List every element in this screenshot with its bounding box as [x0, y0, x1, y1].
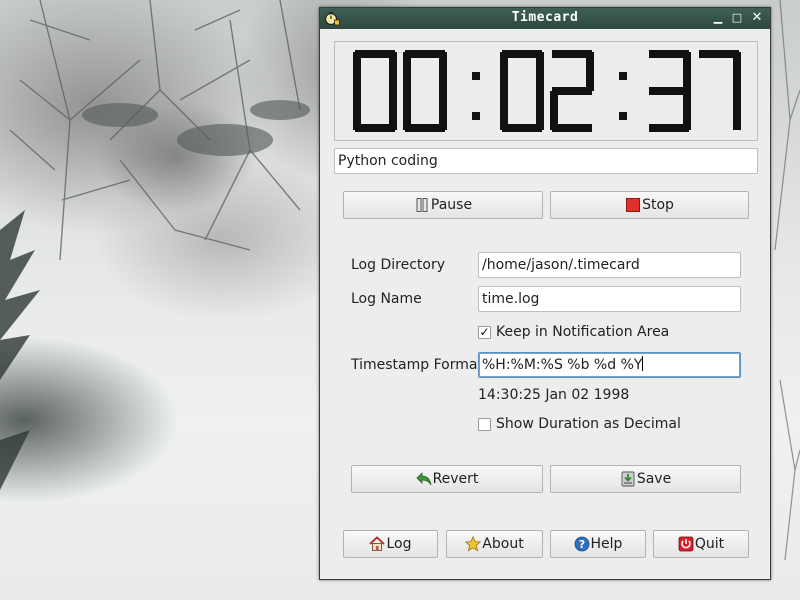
help-label: Help — [590, 536, 623, 552]
timestamp-format-label: Timestamp Format — [351, 357, 483, 373]
pause-button[interactable]: Pause — [343, 191, 543, 219]
help-button[interactable]: ? Help — [550, 530, 646, 558]
clock-segment — [389, 52, 397, 91]
clock-segment — [403, 91, 411, 130]
undo-arrow-icon — [415, 472, 431, 486]
window-title: Timecard — [511, 10, 579, 25]
revert-label: Revert — [432, 471, 479, 487]
help-question-icon: ? — [574, 536, 589, 552]
clock-colon — [619, 112, 627, 120]
show-duration-decimal-checkbox[interactable] — [478, 418, 491, 431]
clock-minutes-ones — [550, 50, 594, 132]
quit-button[interactable]: Quit — [653, 530, 749, 558]
task-description-input[interactable]: Python coding — [334, 148, 758, 174]
save-button[interactable]: Save — [550, 465, 741, 493]
clock-segment — [353, 91, 361, 130]
text-caret — [642, 356, 644, 371]
log-button[interactable]: Log — [343, 530, 438, 558]
clock-segment — [500, 91, 508, 130]
show-duration-decimal-label[interactable]: Show Duration as Decimal — [496, 416, 681, 432]
pause-icon — [416, 198, 428, 212]
maximize-icon[interactable]: □ — [730, 11, 744, 25]
elapsed-time-display — [334, 41, 758, 141]
pause-label: Pause — [430, 197, 473, 213]
close-icon[interactable]: ✕ — [750, 11, 764, 25]
clock-segment — [683, 52, 691, 91]
clock-colon — [472, 112, 480, 120]
clock-colon — [619, 72, 627, 80]
title-bar[interactable]: Timecard ▁ □ ✕ — [320, 8, 770, 29]
clock-digits — [353, 50, 741, 132]
clock-colon — [472, 72, 480, 80]
revert-button[interactable]: Revert — [351, 465, 543, 493]
clock-minutes-tens — [500, 50, 544, 132]
clock-segment — [586, 52, 594, 91]
log-name-input[interactable]: time.log — [478, 286, 741, 312]
save-label: Save — [636, 471, 672, 487]
clock-segment — [439, 52, 447, 91]
clock-segment — [500, 52, 508, 91]
clock-hours-ones — [403, 50, 447, 132]
quit-label: Quit — [694, 536, 725, 552]
timecard-window: Timecard ▁ □ ✕ Python coding Pause Stop … — [319, 7, 771, 580]
timestamp-format-value: %H:%M:%S %b %d %Y — [482, 357, 643, 373]
star-icon — [465, 536, 482, 552]
clock-segment — [649, 124, 689, 132]
log-directory-input[interactable]: /home/jason/.timecard — [478, 252, 741, 278]
clock-segment — [552, 124, 592, 132]
stop-icon — [626, 198, 641, 212]
clock-segment — [353, 52, 361, 91]
clock-segment — [403, 52, 411, 91]
clock-seconds-ones — [699, 50, 741, 130]
timestamp-preview: 14:30:25 Jan 02 1998 — [478, 387, 630, 403]
clock-seconds-tens — [649, 50, 691, 132]
stop-button[interactable]: Stop — [550, 191, 749, 219]
about-button[interactable]: About — [446, 530, 543, 558]
log-directory-label: Log Directory — [351, 257, 445, 273]
about-label: About — [482, 536, 524, 552]
save-drive-icon — [621, 471, 635, 487]
svg-text:?: ? — [578, 538, 584, 551]
clock-segment — [733, 91, 741, 130]
minimize-icon[interactable]: ▁ — [711, 11, 725, 25]
timestamp-format-input[interactable]: %H:%M:%S %b %d %Y — [478, 352, 741, 378]
log-label: Log — [386, 536, 412, 552]
home-icon — [369, 536, 386, 551]
keep-in-notification-label[interactable]: Keep in Notification Area — [496, 324, 669, 340]
keep-in-notification-checkbox[interactable]: ✓ — [478, 326, 491, 339]
clock-hours-tens — [353, 50, 397, 132]
clock-segment — [733, 52, 741, 91]
stop-label: Stop — [642, 197, 674, 213]
power-icon — [678, 536, 694, 552]
clock-segment — [536, 52, 544, 91]
log-name-label: Log Name — [351, 291, 422, 307]
